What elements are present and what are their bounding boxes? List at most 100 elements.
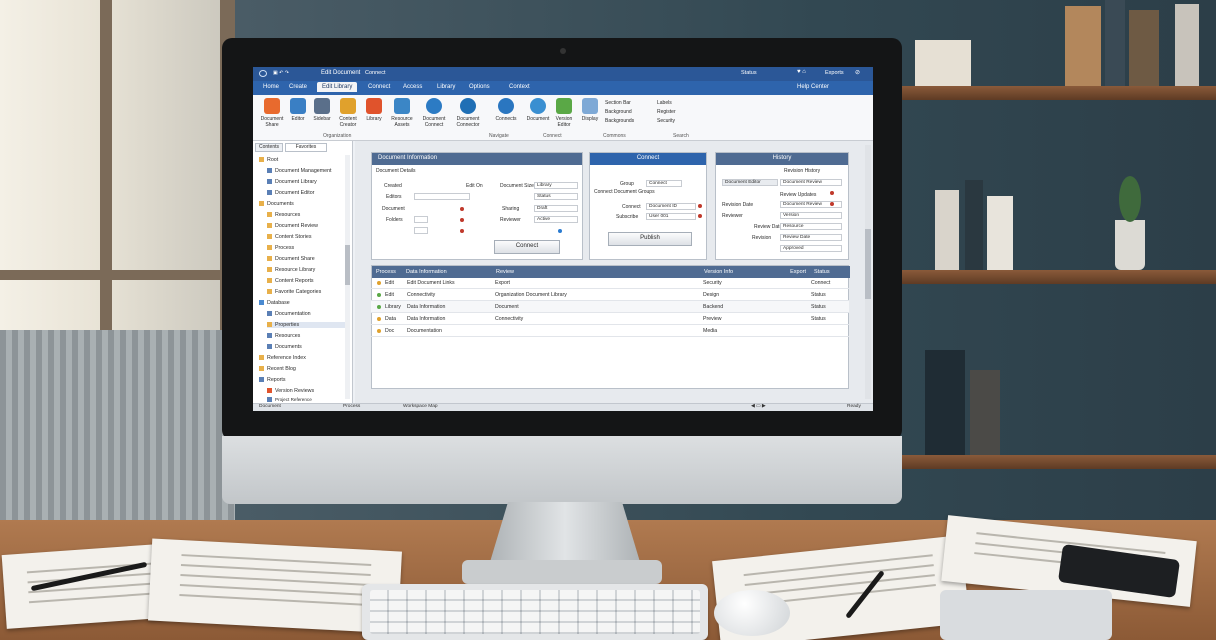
detail-input[interactable]	[414, 227, 428, 234]
tree-item[interactable]: Content Stories	[267, 234, 312, 240]
tree-item[interactable]: Database	[259, 300, 290, 306]
panel-title: Connect	[590, 153, 706, 165]
tree-item[interactable]: Resources	[267, 212, 300, 218]
status-dot-red	[698, 214, 702, 218]
table-row[interactable]: Edit Edit Document Links Export Security…	[371, 277, 849, 289]
tree-item[interactable]: Resource Library	[267, 267, 315, 273]
tab-library[interactable]: Library	[437, 84, 455, 90]
tree-item-selected[interactable]: Properties	[267, 322, 345, 328]
ribbon-button[interactable]: Display	[575, 98, 605, 122]
mouse	[714, 590, 790, 636]
tree-item[interactable]: Document Review	[267, 223, 318, 229]
publish-button[interactable]: Publish	[608, 232, 692, 246]
tree-item[interactable]: Documents	[259, 201, 294, 207]
folder-icon	[259, 366, 264, 371]
tree-item[interactable]: Root	[259, 157, 278, 163]
ribbon-button[interactable]: Library	[359, 98, 389, 122]
title-status: Status	[741, 70, 757, 76]
detail-select[interactable]: Library	[534, 182, 578, 189]
folder-icon	[267, 278, 272, 283]
ribbon-small-item[interactable]: Security	[657, 117, 676, 126]
folder-icon	[259, 201, 264, 206]
history-panel: History Revision History Document Editor…	[715, 152, 849, 260]
document-icon	[267, 333, 272, 338]
status-workspace[interactable]: Workspace Map	[403, 404, 438, 409]
table-row[interactable]: Doc Documentation Media	[371, 325, 849, 337]
tab-favorites[interactable]: Favorites	[285, 143, 327, 152]
status-dot-red	[460, 207, 464, 211]
detail-select[interactable]: Status	[534, 193, 578, 200]
ribbon-small-item[interactable]: Labels	[657, 99, 676, 108]
tree-item[interactable]: Content Reports	[267, 278, 314, 284]
quick-access-icon[interactable]: ▣ ↶ ↷	[273, 70, 289, 76]
tree-item[interactable]: Documents	[267, 344, 302, 350]
connects-icon	[498, 98, 514, 114]
tab-home[interactable]: Home	[263, 84, 279, 90]
tab-options[interactable]: Options	[469, 84, 490, 90]
document-icon	[267, 311, 272, 316]
history-field[interactable]: Document Review	[780, 179, 842, 186]
sidebar-icon	[314, 98, 330, 114]
user-field[interactable]: User 001	[646, 213, 696, 220]
tab-context[interactable]: Context	[509, 84, 530, 90]
close-icon[interactable]: ⊘	[855, 69, 860, 76]
content-scrollbar[interactable]	[865, 145, 871, 399]
help-center-link[interactable]: Help Center	[797, 84, 829, 90]
ribbon-button[interactable]: Document Connect	[419, 98, 449, 128]
tab-contents[interactable]: Contents	[255, 143, 283, 152]
ribbon-small-item[interactable]: Register	[657, 108, 676, 117]
tree-item[interactable]: Document Editor	[267, 190, 314, 196]
document-id-field[interactable]: Document ID	[646, 203, 696, 210]
tree-item[interactable]: Recent Blog	[259, 366, 296, 372]
monitor-stand-base	[462, 560, 662, 584]
tree-item[interactable]: Version Reviews	[267, 388, 314, 394]
ribbon-button[interactable]: Connects	[491, 98, 521, 122]
history-field[interactable]: Review Date	[780, 234, 842, 241]
tree-item[interactable]: Favorite Categories	[267, 289, 321, 295]
tab-edit-library[interactable]: Edit Library	[317, 82, 358, 92]
tree-item[interactable]: Documentation	[267, 311, 311, 317]
tab-create[interactable]: Create	[289, 84, 307, 90]
tree-item[interactable]: Resources	[267, 333, 300, 339]
table-row[interactable]: Library Data Information Document Backen…	[371, 301, 849, 313]
status-dot-red	[460, 229, 464, 233]
table-row[interactable]: Data Data Information Connectivity Previ…	[371, 313, 849, 325]
nav-scrollbar[interactable]	[345, 155, 350, 399]
tree-item[interactable]: Document Share	[267, 256, 315, 262]
version-editor-icon	[556, 98, 572, 114]
tree-item[interactable]: Document Library	[267, 179, 317, 185]
connect-button[interactable]: Connect	[494, 240, 560, 254]
table-row[interactable]: Edit Connectivity Organization Document …	[371, 289, 849, 301]
tree-item[interactable]: Reports	[259, 377, 286, 383]
title-mode[interactable]: Connect	[365, 70, 386, 76]
tree-item[interactable]: Reference Index	[259, 355, 306, 361]
account-menu[interactable]: Exports	[825, 70, 844, 76]
detail-input[interactable]	[414, 193, 470, 200]
notification-icon[interactable]: ♥ ⌂	[797, 69, 806, 75]
connect-select[interactable]: Connect	[646, 180, 682, 187]
field-label: Subscribe	[616, 214, 639, 220]
tab-access[interactable]: Access	[403, 84, 422, 90]
history-field[interactable]: Resource	[780, 223, 842, 230]
ribbon-button[interactable]: Document Connector	[453, 98, 483, 128]
tree-item[interactable]: Document Management	[267, 168, 332, 174]
history-item[interactable]: Revision History	[784, 168, 820, 174]
history-field[interactable]: Approved	[780, 245, 842, 252]
history-item[interactable]: Review Updates	[780, 192, 816, 198]
tab-connect[interactable]: Connect	[368, 84, 390, 90]
detail-input[interactable]	[414, 216, 428, 223]
ribbon-small-item[interactable]: Backgrounds	[605, 117, 634, 126]
field-label: Document Size	[500, 183, 534, 189]
ribbon-small-item[interactable]: Section Bar	[605, 99, 634, 108]
detail-select[interactable]: Draft	[534, 205, 578, 212]
ribbon-button[interactable]: Resource Assets	[387, 98, 417, 128]
detail-select[interactable]: Active	[534, 216, 578, 223]
keyboard	[362, 584, 708, 640]
tree-item[interactable]: Process	[267, 245, 294, 251]
tree-item[interactable]: Project Reference	[267, 397, 312, 402]
history-field[interactable]: Version	[780, 212, 842, 219]
tablet-device	[940, 590, 1112, 640]
document-icon	[530, 98, 546, 114]
ribbon-small-item[interactable]: Background	[605, 108, 634, 117]
zoom-icon[interactable]: ◀ ▭ ▶	[751, 404, 766, 409]
